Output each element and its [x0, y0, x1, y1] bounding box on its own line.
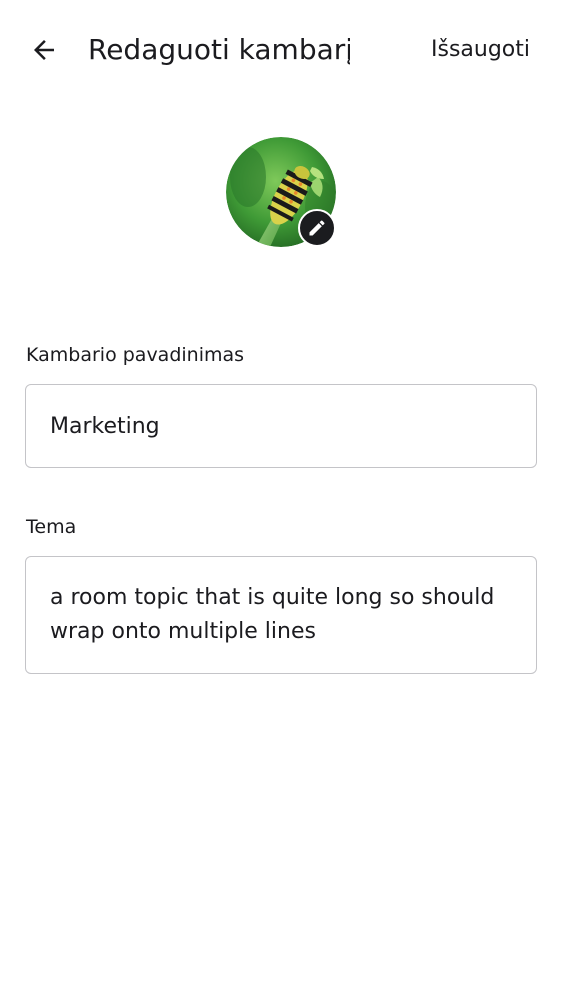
page-title: Redaguoti kambarį: [88, 33, 350, 66]
arrow-back-icon: [34, 40, 54, 60]
room-topic-input[interactable]: a room topic that is quite long so shoul…: [25, 556, 537, 674]
pencil-icon: [309, 220, 325, 236]
room-name-input[interactable]: Marketing: [25, 384, 537, 468]
room-topic-label: Tema: [26, 516, 77, 538]
room-topic-value: a room topic that is quite long so shoul…: [50, 585, 495, 644]
room-avatar-container[interactable]: [226, 137, 338, 249]
room-name-label: Kambario pavadinimas: [26, 344, 245, 366]
edit-avatar-button[interactable]: [298, 209, 336, 247]
top-app-bar: Redaguoti kambarį Išsaugoti: [0, 0, 562, 100]
room-name-value: Marketing: [50, 413, 160, 439]
back-button[interactable]: [22, 28, 66, 72]
save-button[interactable]: Išsaugoti: [419, 30, 542, 70]
